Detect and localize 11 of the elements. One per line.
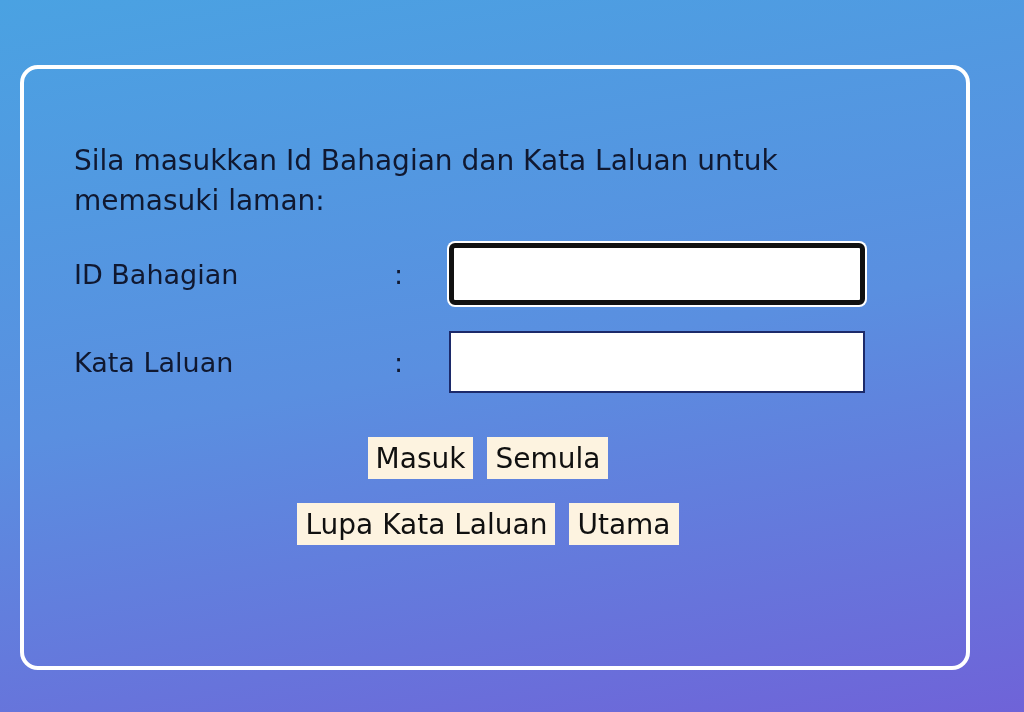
colon-separator: : <box>394 346 405 378</box>
colon-separator: : <box>394 258 405 290</box>
instruction-text: Sila masukkan Id Bahagian dan Kata Laluan untuk memasuki laman: <box>74 143 779 219</box>
field-label: ID Bahagian <box>74 258 240 290</box>
input-field[interactable] <box>449 331 865 393</box>
form-button[interactable]: Semula <box>487 437 609 479</box>
field-label: Kata Laluan <box>74 346 235 378</box>
form-button[interactable]: Utama <box>569 503 679 545</box>
form-button[interactable]: Masuk <box>367 437 474 479</box>
input-field[interactable] <box>449 243 865 305</box>
form-button[interactable]: Lupa Kata Laluan <box>297 503 556 545</box>
